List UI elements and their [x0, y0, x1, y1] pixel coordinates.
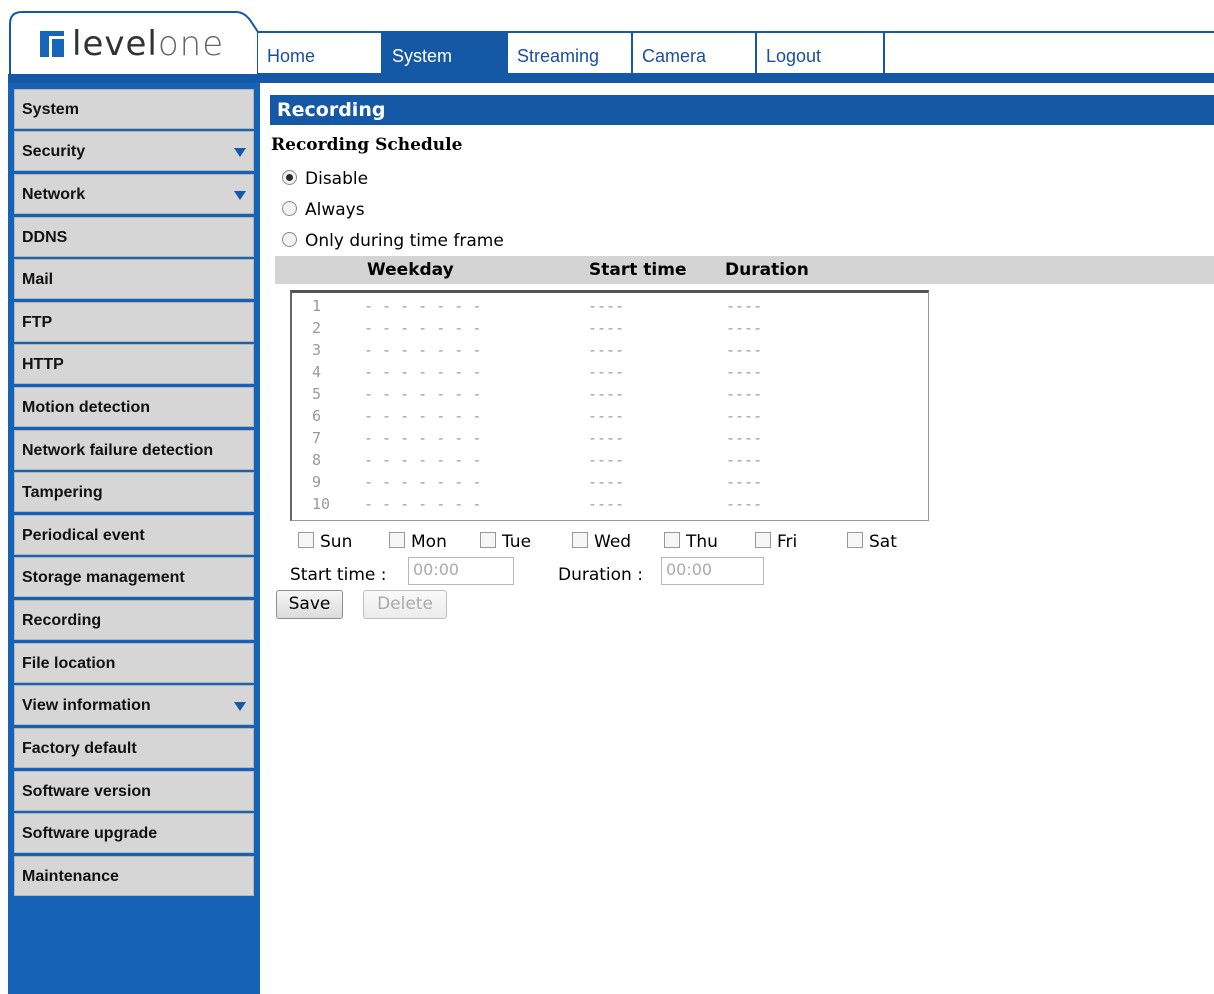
sidebar-item-label: Network	[22, 186, 86, 203]
checkbox-wed[interactable]: Wed	[572, 532, 631, 552]
start-time-label: Start time :	[290, 565, 387, 585]
sidebar-item-label: File location	[22, 655, 116, 672]
schedule-table-header: Weekday Start time Duration	[275, 256, 1214, 284]
page-title: Recording	[270, 95, 1214, 125]
radio-label: Always	[305, 200, 365, 220]
sidebar-item-label: Mail	[22, 271, 54, 288]
tab-system[interactable]: System	[383, 33, 508, 75]
checkbox-icon[interactable]	[298, 532, 314, 548]
start-time-input[interactable]: 00:00	[408, 557, 514, 585]
checkbox-thu[interactable]: Thu	[664, 532, 718, 552]
radio-button-icon[interactable]	[282, 170, 297, 185]
duration-label: Duration :	[558, 565, 643, 585]
sidebar-item-periodical-event[interactable]: Periodical event	[14, 515, 254, 555]
day-label: Tue	[502, 532, 532, 552]
checkbox-sat[interactable]: Sat	[847, 532, 897, 552]
day-label: Sun	[320, 532, 353, 552]
nav-underline-bar	[258, 73, 1214, 83]
radio-label: Only during time frame	[305, 231, 504, 251]
column-header-duration: Duration	[725, 260, 809, 280]
sidebar-item-label: Software upgrade	[22, 825, 158, 842]
sidebar-item-network[interactable]: Network	[14, 174, 254, 214]
logo-text-one: one	[157, 24, 225, 64]
sidebar-item-motion-detection[interactable]: Motion detection	[14, 387, 254, 427]
sidebar-item-factory-default[interactable]: Factory default	[14, 728, 254, 768]
triangle-down-icon	[234, 191, 246, 200]
radio-button-icon[interactable]	[282, 232, 297, 247]
day-label: Wed	[594, 532, 632, 552]
triangle-down-icon	[234, 148, 246, 157]
levelone-logo-icon	[40, 31, 64, 57]
column-header-weekday: Weekday	[367, 260, 454, 280]
sidebar-item-recording[interactable]: Recording	[14, 600, 254, 640]
sidebar-item-label: HTTP	[22, 356, 64, 373]
sidebar-item-security[interactable]: Security	[14, 131, 254, 171]
tab-home[interactable]: Home	[258, 33, 383, 75]
sidebar-item-ddns[interactable]: DDNS	[14, 217, 254, 257]
sidebar-item-label: Factory default	[22, 740, 137, 757]
sidebar-item-label: Motion detection	[22, 399, 150, 416]
brand-logo: levelone	[72, 24, 224, 64]
radio-disable[interactable]: Disable	[282, 169, 368, 189]
sidebar-item-mail[interactable]: Mail	[14, 259, 254, 299]
tab-camera[interactable]: Camera	[633, 33, 757, 75]
sidebar-item-label: Tampering	[22, 484, 103, 501]
tab-logout[interactable]: Logout	[757, 33, 885, 75]
tab-streaming[interactable]: Streaming	[508, 33, 633, 75]
sidebar-item-label: Recording	[22, 612, 102, 629]
sidebar-item-file-location[interactable]: File location	[14, 643, 254, 683]
sidebar: System Security Network DDNS Mail FTP HT…	[8, 83, 260, 994]
checkbox-icon[interactable]	[755, 532, 771, 548]
checkbox-mon[interactable]: Mon	[389, 532, 447, 552]
day-label: Mon	[411, 532, 447, 552]
sidebar-item-label: Security	[22, 143, 86, 160]
sidebar-item-label: Network failure detection	[22, 442, 214, 459]
checkbox-icon[interactable]	[480, 532, 496, 548]
logo-text-level: level	[72, 24, 158, 64]
sidebar-item-system[interactable]: System	[14, 89, 254, 129]
checkbox-fri[interactable]: Fri	[755, 532, 797, 552]
sidebar-item-maintenance[interactable]: Maintenance	[14, 856, 254, 896]
radio-time-frame[interactable]: Only during time frame	[282, 231, 504, 251]
checkbox-icon[interactable]	[389, 532, 405, 548]
checkbox-sun[interactable]: Sun	[298, 532, 352, 552]
day-label: Fri	[777, 532, 798, 552]
sidebar-item-label: Storage management	[22, 569, 185, 586]
sidebar-item-label: Maintenance	[22, 868, 119, 885]
header: levelone Home System Streaming Camera Lo…	[0, 0, 1214, 84]
sidebar-item-label: System	[22, 101, 79, 118]
radio-always[interactable]: Always	[282, 200, 365, 220]
column-header-start-time: Start time	[589, 260, 687, 280]
section-title: Recording Schedule	[271, 135, 463, 155]
sidebar-item-storage-management[interactable]: Storage management	[14, 557, 254, 597]
sidebar-item-label: FTP	[22, 314, 53, 331]
triangle-down-icon	[234, 702, 246, 711]
sidebar-item-label: View information	[22, 697, 151, 714]
sidebar-item-label: DDNS	[22, 229, 68, 246]
checkbox-icon[interactable]	[572, 532, 588, 548]
checkbox-icon[interactable]	[847, 532, 863, 548]
schedule-listbox[interactable]: 1- - - - - - - ---- ---- 2- - - - - - - ---…	[290, 290, 929, 521]
radio-label: Disable	[305, 169, 369, 189]
sidebar-item-http[interactable]: HTTP	[14, 344, 254, 384]
sidebar-item-network-failure-detection[interactable]: Network failure detection	[14, 430, 254, 470]
day-label: Sat	[869, 532, 897, 552]
sidebar-item-label: Periodical event	[22, 527, 145, 544]
checkbox-icon[interactable]	[664, 532, 680, 548]
sidebar-item-software-version[interactable]: Software version	[14, 771, 254, 811]
checkbox-tue[interactable]: Tue	[480, 532, 531, 552]
day-label: Thu	[686, 532, 718, 552]
radio-button-icon[interactable]	[282, 201, 297, 216]
top-navigation: Home System Streaming Camera Logout	[258, 31, 1214, 77]
sidebar-item-tampering[interactable]: Tampering	[14, 472, 254, 512]
sidebar-item-software-upgrade[interactable]: Software upgrade	[14, 813, 254, 853]
sidebar-item-ftp[interactable]: FTP	[14, 302, 254, 342]
delete-button[interactable]: Delete	[363, 590, 447, 619]
duration-input[interactable]: 00:00	[661, 557, 764, 585]
save-button[interactable]: Save	[276, 590, 343, 619]
sidebar-item-label: Software version	[22, 783, 151, 800]
sidebar-item-view-information[interactable]: View information	[14, 685, 254, 725]
